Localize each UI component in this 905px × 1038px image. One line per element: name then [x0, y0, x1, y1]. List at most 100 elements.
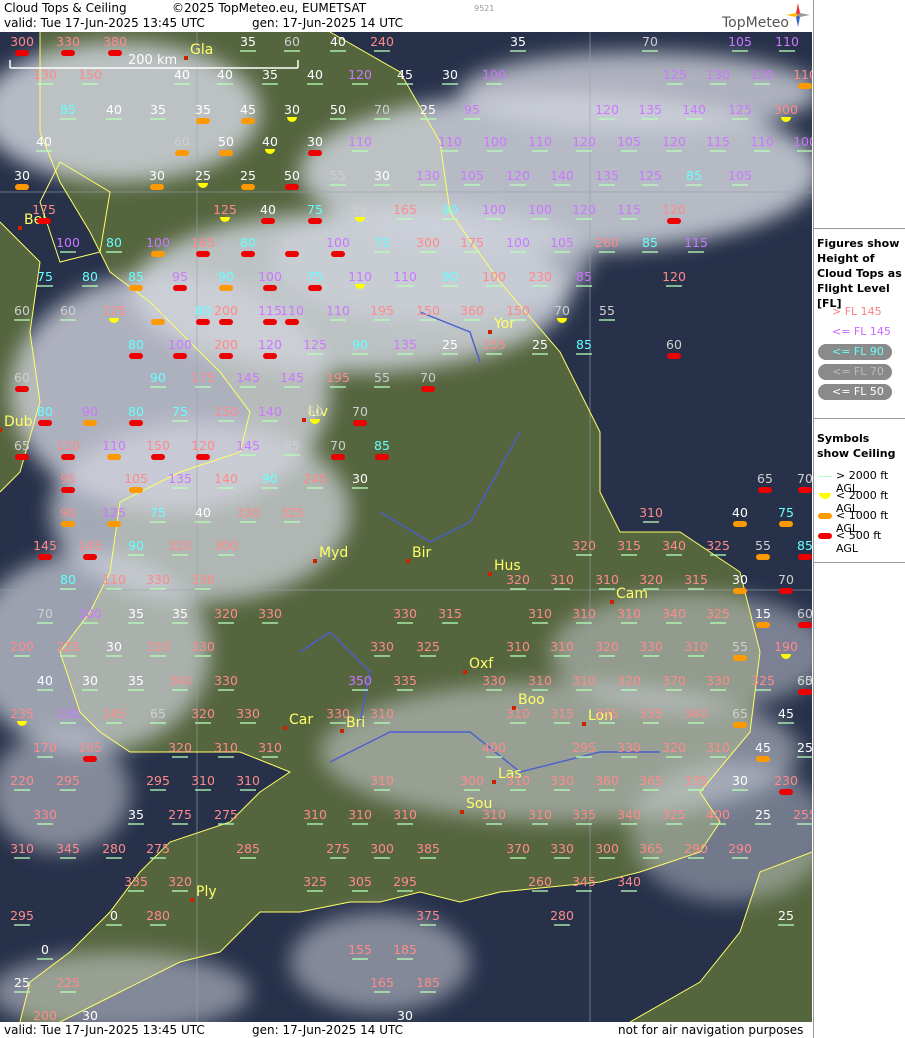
cloud-top-label: 330 — [236, 505, 260, 523]
cloud-top-value: 115 — [617, 202, 641, 217]
cloud-top-label: 385 — [416, 841, 440, 859]
cloud-top-value: 35 — [128, 673, 144, 688]
cloud-top-value: 25 — [532, 337, 548, 352]
cloud-top-label: 90 — [442, 202, 458, 220]
cloud-top-label: 310 — [146, 639, 170, 657]
cloud-top-value: 400 — [482, 740, 506, 755]
cloud-top-label: 85 — [60, 102, 76, 120]
ceiling-verylow-symbol — [285, 184, 299, 190]
cloud-top-value: 55 — [755, 538, 771, 553]
cloud-top-label: 150 — [416, 303, 440, 321]
city-label: Dub — [4, 414, 33, 430]
cloud-top-value: 310 — [528, 807, 552, 822]
map-canvas: 200 km GlaBelYorLivDubMyd BirHusCamOxfCar… — [0, 32, 812, 1022]
cloud-top-value: 120 — [595, 102, 619, 117]
cloud-top-value: 310 — [191, 773, 215, 788]
cloud-top-label: 370 — [662, 673, 686, 691]
cloud-top-label: 120 — [348, 67, 372, 85]
cloud-top-label: 340 — [662, 606, 686, 624]
cloud-top-value: 280 — [146, 908, 170, 923]
cloud-top-value: 30 — [106, 639, 122, 654]
cloud-top-value: 35 — [128, 606, 144, 621]
cloud-top-label: 300 — [214, 538, 238, 556]
cloud-top-label: 185 — [393, 942, 417, 960]
satellite-map[interactable]: 200 km Gla Bel Yor Liv Dub Myd Bir Hus Cam Oxf Car… — [0, 32, 812, 1022]
cloud-top-label: 30 — [442, 67, 458, 85]
cloud-top-value: 70 — [642, 34, 658, 49]
cloud-top-label: 40 — [195, 505, 211, 523]
cloud-top-value: 30 — [14, 168, 30, 183]
cloud-top-label: 310 — [303, 807, 327, 825]
city-label: Oxf — [469, 656, 494, 672]
cloud-top-label: 95 — [60, 471, 76, 493]
city-marker — [18, 226, 22, 230]
cloud-top-value: 320 — [168, 740, 192, 755]
cloud-top-value: 75 — [172, 404, 188, 419]
cloud-top-label: 335 — [684, 773, 708, 791]
cloud-top-label: 340 — [617, 874, 641, 892]
cloud-top-value: 125 — [213, 202, 237, 217]
ceiling-verylow-symbol — [263, 319, 277, 325]
legend-top-item: > FL 145 — [816, 304, 904, 320]
cloud-top-label: 350 — [348, 673, 372, 691]
cloud-top-value: 65 — [797, 673, 812, 688]
cloud-top-label: 120 — [572, 202, 596, 220]
cloud-top-value: 100 — [793, 134, 812, 149]
ceiling-mid-symbol — [151, 251, 165, 257]
cloud-top-value: 45 — [240, 102, 256, 117]
cloud-top-label: 320 — [639, 572, 663, 590]
ceiling-verylow-symbol — [83, 554, 97, 560]
cloud-top-label: 30 — [14, 168, 30, 190]
cloud-top-value: 145 — [280, 370, 304, 385]
cloud-top-value: 125 — [663, 67, 687, 82]
cloud-top-label: 60 — [284, 34, 300, 52]
cloud-top-label: 315 — [550, 706, 574, 724]
city-label: Myd — [319, 545, 348, 561]
ceiling-mid-symbol — [733, 588, 747, 594]
cloud-top-label: 220 — [10, 773, 34, 791]
cloud-top-value: 30 — [732, 572, 748, 587]
cloud-top-label: 55 — [732, 639, 748, 661]
cloud-top-value: 30 — [284, 102, 300, 117]
cloud-top-value: 235 — [10, 706, 34, 721]
cloud-top-label: 275 — [214, 807, 238, 825]
cloud-top-value: 370 — [506, 841, 530, 856]
cloud-top-value: 310 — [550, 572, 574, 587]
ceiling-mid-symbol — [61, 521, 75, 527]
cloud-top-value: 300 — [595, 841, 619, 856]
cloud-top-label: 155 — [482, 337, 506, 355]
cloud-top-label: 310 — [639, 505, 663, 523]
cloud-top-label: 330 — [617, 740, 641, 758]
cloud-top-value: 95 — [60, 471, 76, 486]
cloud-top-value: 330 — [482, 673, 506, 688]
ceiling-mid-symbol — [107, 521, 121, 527]
cloud-top-label: 60 — [666, 337, 682, 359]
cloud-top-label: 25 — [755, 807, 771, 825]
cloud-top-value: 90 — [82, 404, 98, 419]
cloud-top-label: 165 — [370, 975, 394, 993]
cloud-top-value: 330 — [370, 639, 394, 654]
ceiling-verylow-symbol — [196, 251, 210, 257]
cloud-top-value: 70 — [352, 404, 368, 419]
cloud-top-label: 330 — [326, 706, 350, 724]
cloud-top-label: 15 — [755, 606, 771, 628]
cloud-top-label: 330 — [191, 572, 215, 590]
cloud-top-label: 35 — [195, 102, 211, 124]
cloud-top-label: 70 — [778, 572, 794, 594]
cloud-top-value: 345 — [572, 874, 596, 889]
cloud-top-value: 40 — [330, 34, 346, 49]
cloud-top-value: 30 — [442, 67, 458, 82]
cloud-top-value: 55 — [352, 202, 368, 217]
cloud-top-value: 110 — [438, 134, 462, 149]
ceiling-verylow-symbol — [219, 319, 233, 325]
cloud-top-value: 340 — [617, 807, 641, 822]
cloud-top-label: 105 — [728, 168, 752, 186]
cloud-top-label: 325 — [280, 505, 304, 523]
cloud-top-label: 150 — [214, 404, 238, 422]
cloud-top-value: 40 — [262, 134, 278, 149]
legend-top-item: <= FL 145 — [816, 324, 904, 340]
cloud-top-value: 115 — [684, 235, 708, 250]
cloud-top-label: 110 — [750, 134, 774, 152]
footer-disclaimer: not for air navigation purposes — [618, 1023, 804, 1037]
cloud-top-value: 200 — [214, 303, 238, 318]
